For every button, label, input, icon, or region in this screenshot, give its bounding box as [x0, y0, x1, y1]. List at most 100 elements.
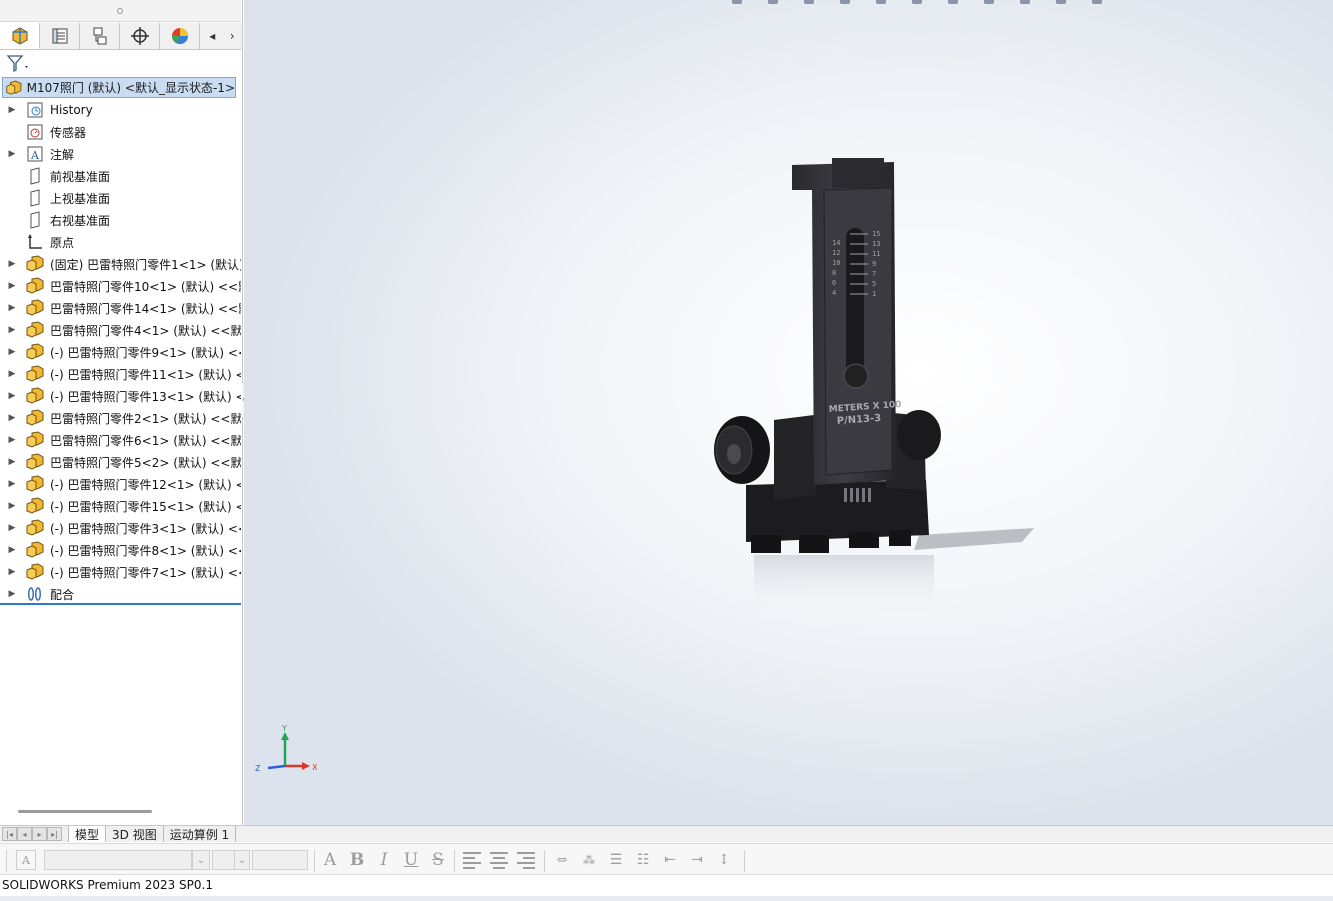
strikethrough-icon[interactable]: S — [428, 850, 448, 870]
expand-arrow-icon[interactable]: ▶ — [0, 259, 24, 269]
expand-arrow-icon[interactable]: ▶ — [0, 479, 24, 489]
bullets-icon[interactable]: ☰ — [606, 850, 626, 870]
expand-arrow-icon[interactable]: ▶ — [0, 105, 24, 115]
font-select[interactable] — [44, 850, 192, 870]
fit-text-icon[interactable]: ⇔ — [552, 850, 572, 870]
height-input[interactable] — [252, 850, 308, 870]
numbering-icon[interactable]: ☷ — [633, 850, 653, 870]
tree-item[interactable]: ▶ 巴雷特照门零件10<1> (默认) <<默 — [0, 275, 241, 297]
graphics-viewport[interactable]: 14 12 10 8 6 4 15 13 11 9 7 5 1 METERS X… — [244, 0, 1333, 825]
tree-item[interactable]: ▶ 巴雷特照门零件6<1> (默认) <<默认 — [0, 429, 241, 451]
heads-up-toolbar[interactable] — [732, 0, 1102, 6]
tree-item[interactable]: ▶ 巴雷特照门零件14<1> (默认) <<默 — [0, 297, 241, 319]
expand-arrow-icon[interactable]: ▶ — [0, 391, 24, 401]
tree-item[interactable]: ▶ (-) 巴雷特照门零件15<1> (默认) < — [0, 495, 241, 517]
scroll-left-icon[interactable]: ◂ — [209, 29, 215, 43]
first-tab-icon[interactable]: |◂ — [2, 827, 17, 841]
expand-arrow-icon[interactable]: ▶ — [0, 347, 24, 357]
configuration-manager-tab[interactable] — [80, 23, 120, 49]
tree-item[interactable]: ▶ (-) 巴雷特照门零件13<1> (默认) < — [0, 385, 241, 407]
underline-icon[interactable]: U — [401, 850, 421, 870]
tree-item[interactable]: ▶ (固定) 巴雷特照门零件1<1> (默认) — [0, 253, 241, 275]
text-style-icon[interactable]: A — [16, 850, 36, 870]
tree-item[interactable]: ▶ (-) 巴雷特照门零件7<1> (默认) << — [0, 561, 241, 583]
decrease-indent-icon[interactable]: ⇤ — [660, 850, 680, 870]
tree-end-marker[interactable] — [0, 603, 241, 605]
view-settings-icon[interactable] — [1056, 0, 1066, 4]
display-style-icon[interactable] — [912, 0, 922, 4]
zoom-area-icon[interactable] — [768, 0, 778, 4]
tree-item[interactable]: ▶ (-) 巴雷特照门零件12<1> (默认) < — [0, 473, 241, 495]
tree-item[interactable]: 原点 — [0, 231, 241, 253]
prev-tab-icon[interactable]: ◂ — [17, 827, 32, 841]
increase-indent-icon[interactable]: ⇥ — [687, 850, 707, 870]
more-icon[interactable] — [1092, 0, 1102, 4]
last-tab-icon[interactable]: ▸| — [47, 827, 62, 841]
tree-item[interactable]: ▶ (-) 巴雷特照门零件9<1> (默认) << — [0, 341, 241, 363]
tree-item[interactable]: ▶ 巴雷特照门零件2<1> (默认) <<默认 — [0, 407, 241, 429]
tree-item[interactable]: 传感器 — [0, 121, 241, 143]
expand-arrow-icon[interactable]: ▶ — [0, 369, 24, 379]
edit-appearance-icon[interactable] — [984, 0, 994, 4]
tab-scroll-arrows[interactable]: ◂ › — [202, 23, 242, 49]
previous-view-icon[interactable] — [804, 0, 814, 4]
expand-arrow-icon[interactable]: ▶ — [0, 523, 24, 533]
size-select-chevron-down-icon[interactable]: ⌄ — [234, 850, 250, 870]
next-tab-icon[interactable]: ▸ — [32, 827, 47, 841]
display-manager-tab[interactable] — [160, 23, 200, 49]
tree-filter[interactable] — [0, 51, 241, 76]
dimxpert-tab[interactable] — [120, 23, 160, 49]
hide-show-icon[interactable] — [948, 0, 958, 4]
font-select-chevron-down-icon[interactable]: ⌄ — [192, 850, 210, 870]
bold-icon[interactable]: B — [347, 850, 367, 870]
tree-item[interactable]: ▶ 巴雷特照门零件4<1> (默认) <<默认 — [0, 319, 241, 341]
expand-arrow-icon[interactable]: ▶ — [0, 545, 24, 555]
expand-arrow-icon[interactable]: ▶ — [0, 303, 24, 313]
model-top-block — [832, 158, 884, 188]
expand-arrow-icon[interactable]: ▶ — [0, 567, 24, 577]
apply-scene-icon[interactable] — [1020, 0, 1030, 4]
tree-item[interactable]: ▶ (-) 巴雷特照门零件3<1> (默认) << — [0, 517, 241, 539]
property-manager-tab[interactable] — [40, 23, 80, 49]
expand-arrow-icon[interactable]: ▶ — [0, 501, 24, 511]
feature-manager-tab[interactable] — [0, 23, 40, 49]
filter-icon[interactable] — [6, 54, 32, 74]
tree-item[interactable]: ▶ 配合 — [0, 583, 241, 605]
tree-item[interactable]: 上视基准面 — [0, 187, 241, 209]
panel-grip[interactable] — [0, 0, 241, 22]
tab-3d-view[interactable]: 3D 视图 — [106, 826, 164, 842]
symbol-icon[interactable]: ⁂ — [579, 850, 599, 870]
expand-arrow-icon[interactable]: ▶ — [0, 281, 24, 291]
tree-item[interactable]: 前视基准面 — [0, 165, 241, 187]
expand-arrow-icon[interactable]: ▶ — [0, 457, 24, 467]
align-left-icon[interactable] — [462, 850, 482, 870]
tree-item[interactable]: ▶ (-) 巴雷特照门零件8<1> (默认) << — [0, 539, 241, 561]
align-center-icon[interactable] — [489, 850, 509, 870]
rear-sight-model[interactable]: 14 12 10 8 6 4 15 13 11 9 7 5 1 METERS X… — [704, 150, 1064, 630]
part-icon — [24, 562, 46, 582]
expand-arrow-icon[interactable]: ▶ — [0, 413, 24, 423]
scroll-right-icon[interactable]: › — [230, 29, 235, 43]
horizontal-scrollbar[interactable] — [18, 810, 152, 813]
line-spacing-icon[interactable]: ↕ — [714, 850, 734, 870]
tab-motion-study[interactable]: 运动算例 1 — [164, 826, 237, 842]
tree-item[interactable]: ▶ History — [0, 99, 241, 121]
tree-item[interactable]: ▶ 巴雷特照门零件5<2> (默认) <<默认 — [0, 451, 241, 473]
expand-arrow-icon[interactable]: ▶ — [0, 325, 24, 335]
zoom-fit-icon[interactable] — [732, 0, 742, 4]
tree-item[interactable]: 右视基准面 — [0, 209, 241, 231]
align-right-icon[interactable] — [516, 850, 536, 870]
view-orientation-icon[interactable] — [876, 0, 886, 4]
size-select[interactable] — [212, 850, 236, 870]
expand-arrow-icon[interactable]: ▶ — [0, 589, 24, 599]
toolbar-separator — [454, 850, 455, 872]
tree-root-assembly[interactable]: M107照门 (默认) <默认_显示状态-1> — [2, 77, 236, 98]
tab-model[interactable]: 模型 — [68, 826, 107, 842]
tree-item[interactable]: ▶ A 注解 — [0, 143, 241, 165]
tree-item[interactable]: ▶ (-) 巴雷特照门零件11<1> (默认) < — [0, 363, 241, 385]
section-view-icon[interactable] — [840, 0, 850, 4]
expand-arrow-icon[interactable]: ▶ — [0, 435, 24, 445]
text-height-icon[interactable]: A — [320, 850, 340, 870]
expand-arrow-icon[interactable]: ▶ — [0, 149, 24, 159]
italic-icon[interactable]: I — [374, 850, 394, 870]
